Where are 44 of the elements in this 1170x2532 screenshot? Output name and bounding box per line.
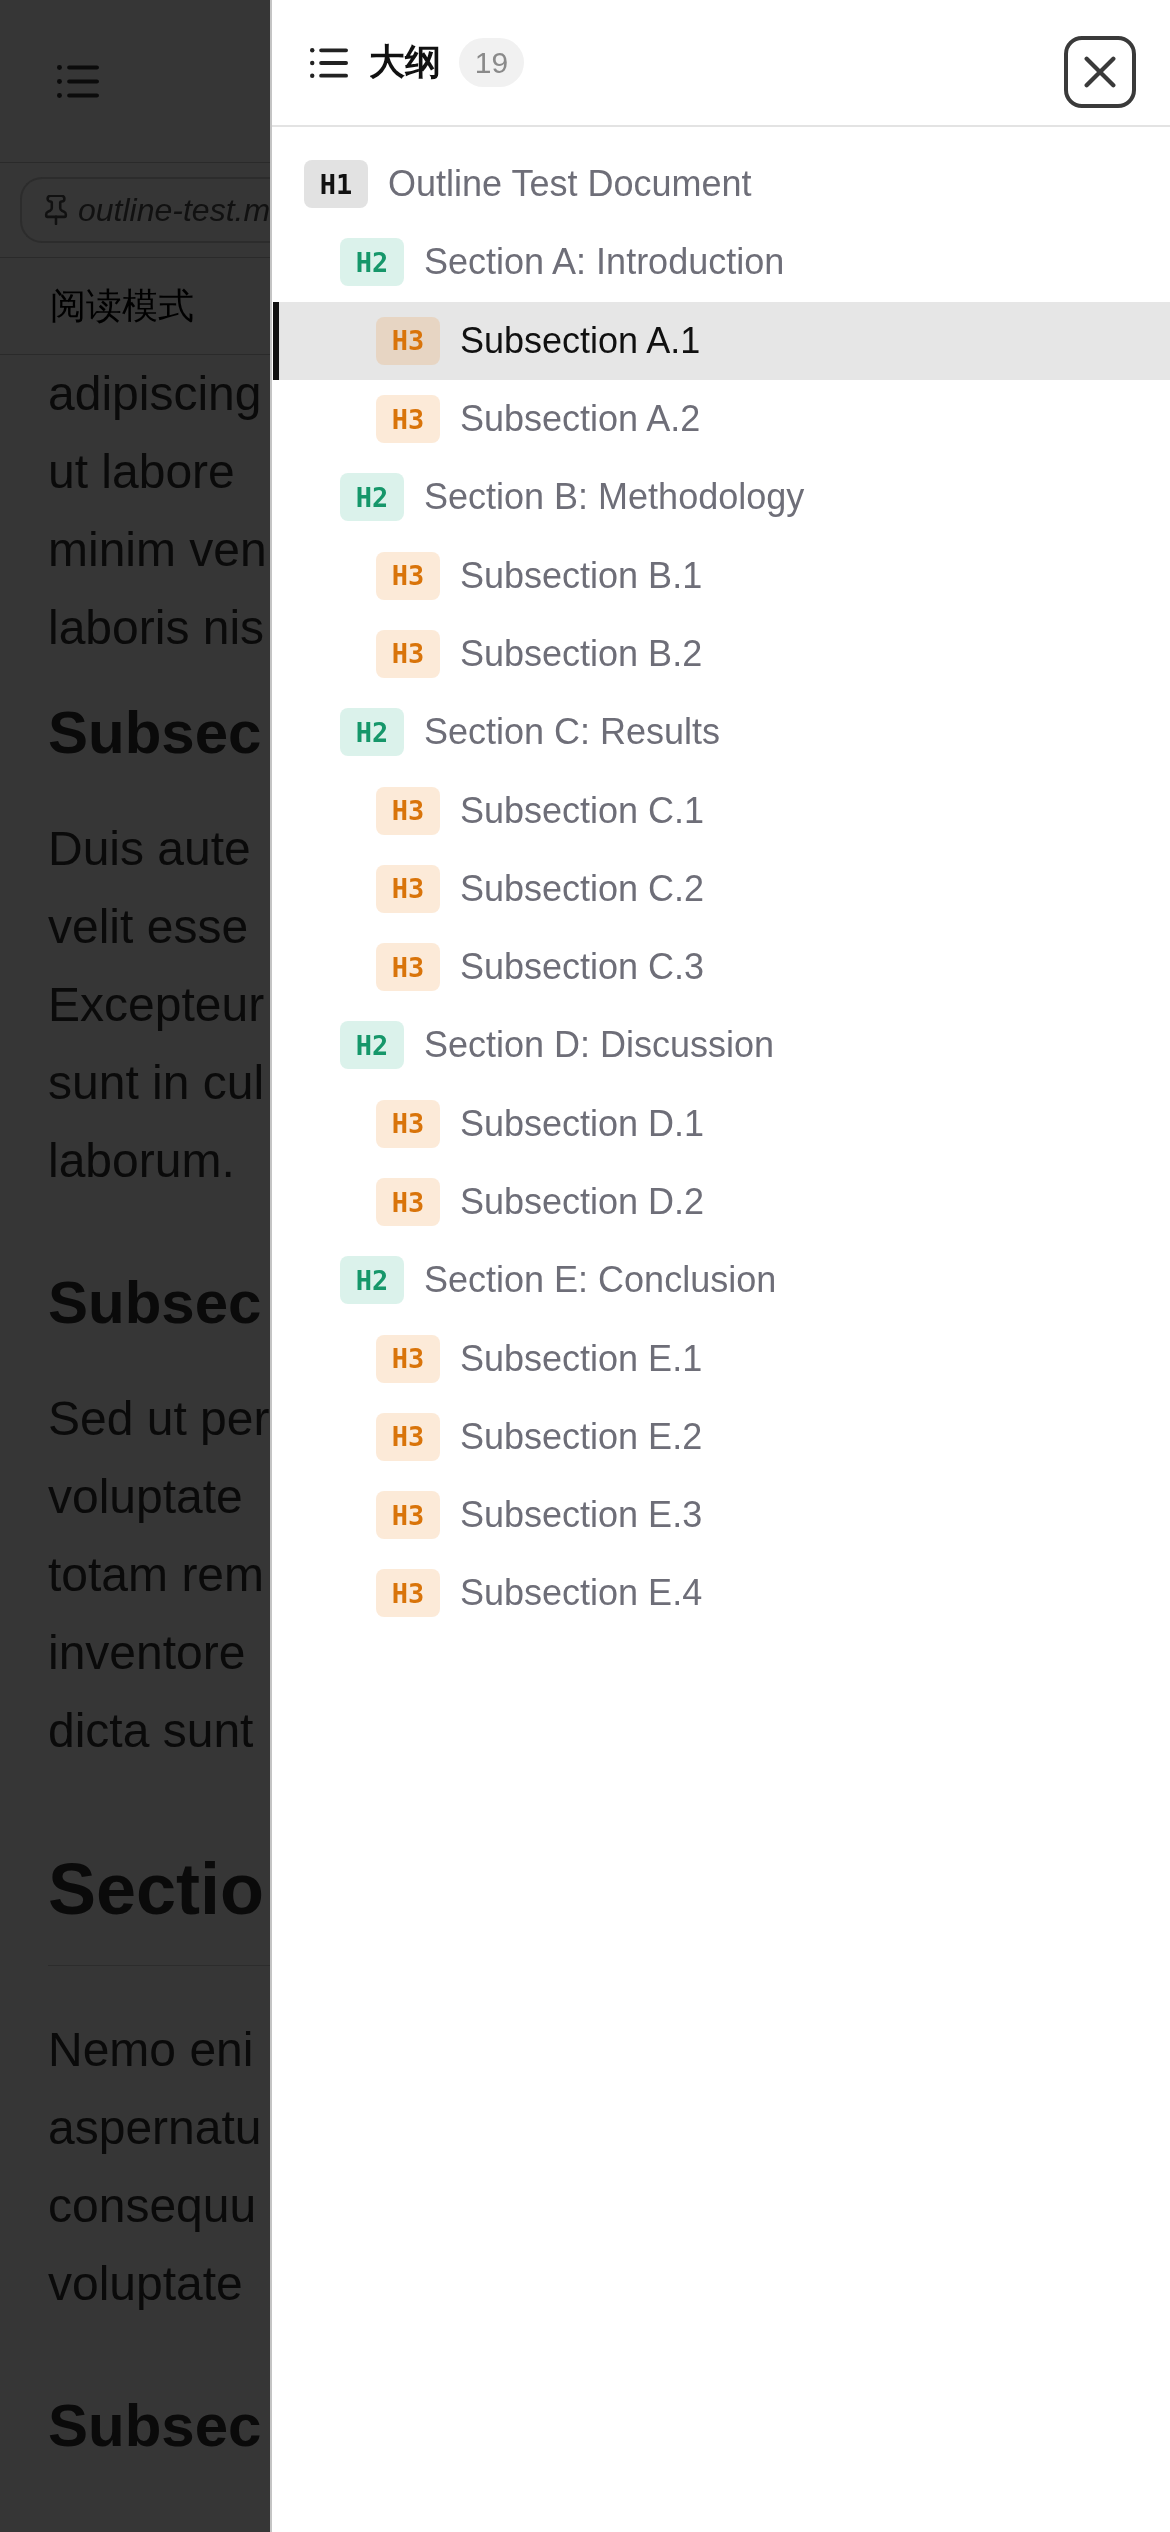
- heading-level-badge: H3: [376, 1412, 440, 1461]
- heading-level-badge: H2: [340, 1256, 404, 1305]
- outline-item[interactable]: H3 Subsection C.3: [273, 927, 1170, 1007]
- outline-item[interactable]: H3 Subsection C.1: [273, 771, 1170, 850]
- outline-item[interactable]: H3 Subsection D.2: [273, 1162, 1170, 1242]
- panel-title: 大纲: [369, 40, 441, 84]
- outline-item[interactable]: H2 Section D: Discussion: [273, 1006, 1170, 1085]
- outline-item[interactable]: H2 Section E: Conclusion: [273, 1241, 1170, 1320]
- close-icon: [1084, 55, 1116, 88]
- count-badge: 19: [459, 38, 524, 87]
- heading-level-badge: H3: [376, 1178, 440, 1226]
- outline-item[interactable]: H2 Section A: Introduction: [273, 223, 1170, 302]
- outline-item[interactable]: H3 Subsection C.2: [273, 849, 1170, 928]
- heading-level-badge: H2: [340, 238, 404, 287]
- outline-item[interactable]: H3 Subsection E.4: [273, 1554, 1170, 1633]
- outline-item[interactable]: H1 Outline Test Document: [273, 145, 1170, 224]
- heading-level-badge: H3: [376, 1099, 440, 1148]
- heading-level-badge: H3: [376, 786, 440, 835]
- heading-level-badge: H3: [376, 395, 440, 444]
- outline-item[interactable]: H2 Section B: Methodology: [273, 458, 1170, 537]
- list-icon: [310, 46, 348, 79]
- pin-icon: [44, 195, 68, 225]
- outline-item[interactable]: H3 Subsection A.2: [273, 379, 1170, 459]
- outline-item[interactable]: H3 Subsection B.2: [273, 614, 1170, 694]
- heading-level-badge: H2: [340, 473, 404, 522]
- heading-level-badge: H3: [376, 1334, 440, 1383]
- outline-item[interactable]: H3 Subsection B.1: [273, 536, 1170, 615]
- heading-level-badge: H3: [376, 1569, 440, 1618]
- heading-level-badge: H2: [340, 708, 404, 757]
- heading-level-badge: H3: [376, 1491, 440, 1540]
- outline-item[interactable]: H3 Subsection A.1: [273, 301, 1170, 380]
- close-button[interactable]: [1064, 35, 1136, 108]
- heading-level-badge: H3: [376, 316, 440, 365]
- heading-level-badge: H1: [304, 160, 368, 209]
- heading-level-badge: H3: [376, 943, 440, 992]
- heading-level-badge: H2: [340, 1021, 404, 1070]
- outline-item[interactable]: H3 Subsection E.1: [273, 1319, 1170, 1398]
- outline-item[interactable]: H3 Subsection D.1: [273, 1084, 1170, 1163]
- outline-item[interactable]: H2 Section C: Results: [273, 693, 1170, 772]
- heading-level-badge: H3: [376, 629, 440, 678]
- heading-level-badge: H3: [376, 864, 440, 913]
- heading-level-badge: H3: [376, 551, 440, 600]
- outline-item[interactable]: H3 Subsection E.3: [273, 1476, 1170, 1555]
- outline-item[interactable]: H3 Subsection E.2: [273, 1397, 1170, 1477]
